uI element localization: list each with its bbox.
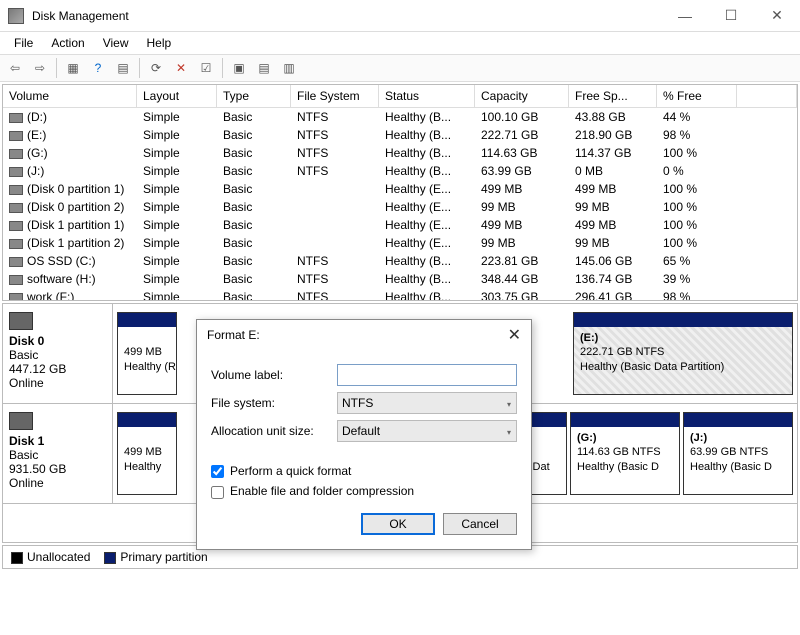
dialog-titlebar: Format E: ✕	[197, 320, 531, 350]
app-icon	[8, 8, 24, 24]
partition[interactable]: 499 MBHealthy	[117, 412, 177, 495]
legend-unallocated: Unallocated	[11, 550, 90, 564]
table-row[interactable]: work (F:)SimpleBasicNTFSHealthy (B...303…	[3, 288, 797, 300]
volume-icon	[9, 293, 23, 300]
allocation-unit-select[interactable]: Default	[337, 420, 517, 442]
quick-format-checkbox[interactable]	[211, 465, 224, 478]
volume-icon	[9, 131, 23, 141]
table-body: (D:)SimpleBasicNTFSHealthy (B...100.10 G…	[3, 108, 797, 300]
compression-row[interactable]: Enable file and folder compression	[211, 484, 517, 498]
col-free[interactable]: Free Sp...	[569, 85, 657, 107]
format-dialog: Format E: ✕ Volume label: File system: N…	[196, 319, 532, 550]
disk-label: Disk 0Basic447.12 GBOnline	[3, 304, 113, 403]
volume-table: Volume Layout Type File System Status Ca…	[2, 84, 798, 301]
menu-action[interactable]: Action	[43, 34, 92, 52]
volume-icon	[9, 275, 23, 285]
minimize-button[interactable]: —	[662, 0, 708, 31]
refresh-icon[interactable]: ⟳	[145, 57, 167, 79]
back-button[interactable]: ⇦	[4, 57, 26, 79]
col-type[interactable]: Type	[217, 85, 291, 107]
table-row[interactable]: (G:)SimpleBasicNTFSHealthy (B...114.63 G…	[3, 144, 797, 162]
volume-icon	[9, 221, 23, 231]
volume-icon	[9, 149, 23, 159]
table-row[interactable]: (D:)SimpleBasicNTFSHealthy (B...100.10 G…	[3, 108, 797, 126]
volume-icon	[9, 203, 23, 213]
col-layout[interactable]: Layout	[137, 85, 217, 107]
cancel-button[interactable]: Cancel	[443, 513, 517, 535]
properties-icon[interactable]: ☑	[195, 57, 217, 79]
file-system-select[interactable]: NTFS	[337, 392, 517, 414]
compression-checkbox[interactable]	[211, 486, 224, 499]
volume-icon	[9, 257, 23, 267]
volume-label-input[interactable]	[337, 364, 517, 386]
table-row[interactable]: (Disk 1 partition 1)SimpleBasicHealthy (…	[3, 216, 797, 234]
table-row[interactable]: (Disk 0 partition 1)SimpleBasicHealthy (…	[3, 180, 797, 198]
partition[interactable]: 499 MBHealthy (R	[117, 312, 177, 395]
table-row[interactable]: OS SSD (C:)SimpleBasicNTFSHealthy (B...2…	[3, 252, 797, 270]
delete-icon[interactable]: ✕	[170, 57, 192, 79]
volume-icon	[9, 113, 23, 123]
volume-icon	[9, 239, 23, 249]
dialog-title: Format E:	[207, 328, 260, 342]
menu-help[interactable]: Help	[139, 34, 180, 52]
partition[interactable]: (J:)63.99 GB NTFSHealthy (Basic D	[683, 412, 793, 495]
ok-button[interactable]: OK	[361, 513, 435, 535]
action2-icon[interactable]: ▤	[253, 57, 275, 79]
partition[interactable]: (G:)114.63 GB NTFSHealthy (Basic D	[570, 412, 680, 495]
table-row[interactable]: (J:)SimpleBasicNTFSHealthy (B...63.99 GB…	[3, 162, 797, 180]
table-row[interactable]: (E:)SimpleBasicNTFSHealthy (B...222.71 G…	[3, 126, 797, 144]
disk-label: Disk 1Basic931.50 GBOnline	[3, 404, 113, 503]
table-header: Volume Layout Type File System Status Ca…	[3, 85, 797, 108]
legend-primary: Primary partition	[104, 550, 207, 564]
table-row[interactable]: (Disk 0 partition 2)SimpleBasicHealthy (…	[3, 198, 797, 216]
col-capacity[interactable]: Capacity	[475, 85, 569, 107]
show-hide-icon[interactable]: ▦	[62, 57, 84, 79]
titlebar: Disk Management — ☐ ✕	[0, 0, 800, 32]
menu-view[interactable]: View	[95, 34, 137, 52]
file-system-label: File system:	[211, 396, 337, 410]
disk-icon	[9, 412, 33, 430]
disk-icon	[9, 312, 33, 330]
window-title: Disk Management	[32, 9, 662, 23]
view-icon[interactable]: ▤	[112, 57, 134, 79]
dialog-close-icon[interactable]: ✕	[508, 325, 521, 345]
volume-icon	[9, 185, 23, 195]
menubar: File Action View Help	[0, 32, 800, 54]
volume-icon	[9, 167, 23, 177]
action1-icon[interactable]: ▣	[228, 57, 250, 79]
table-row[interactable]: software (H:)SimpleBasicNTFSHealthy (B..…	[3, 270, 797, 288]
close-button[interactable]: ✕	[754, 0, 800, 31]
maximize-button[interactable]: ☐	[708, 0, 754, 31]
quick-format-row[interactable]: Perform a quick format	[211, 464, 517, 478]
allocation-unit-label: Allocation unit size:	[211, 424, 337, 438]
forward-button[interactable]: ⇨	[29, 57, 51, 79]
action3-icon[interactable]: ▥	[278, 57, 300, 79]
partition[interactable]: (E:)222.71 GB NTFSHealthy (Basic Data Pa…	[573, 312, 793, 395]
col-pct[interactable]: % Free	[657, 85, 737, 107]
menu-file[interactable]: File	[6, 34, 41, 52]
col-fs[interactable]: File System	[291, 85, 379, 107]
help-icon[interactable]: ?	[87, 57, 109, 79]
col-status[interactable]: Status	[379, 85, 475, 107]
volume-label-label: Volume label:	[211, 368, 337, 382]
table-row[interactable]: (Disk 1 partition 2)SimpleBasicHealthy (…	[3, 234, 797, 252]
toolbar: ⇦ ⇨ ▦ ? ▤ ⟳ ✕ ☑ ▣ ▤ ▥	[0, 54, 800, 82]
col-volume[interactable]: Volume	[3, 85, 137, 107]
